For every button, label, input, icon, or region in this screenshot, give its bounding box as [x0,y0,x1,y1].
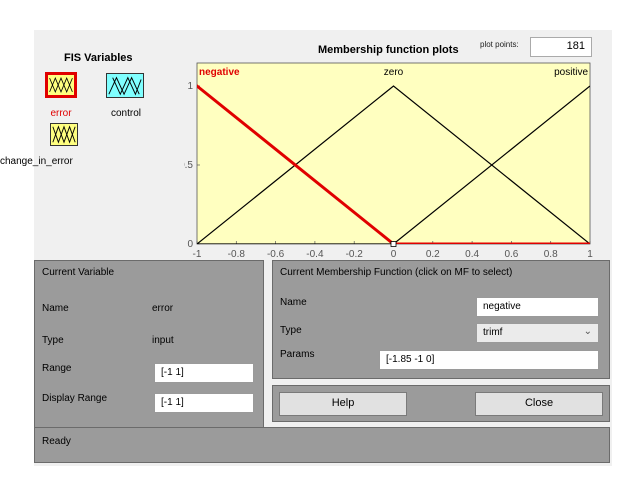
x-tick-label: -0.2 [346,249,364,258]
mf-type-label: Type [280,325,302,336]
plot-points-label: plot points: [480,40,519,49]
range-label: Range [42,363,72,374]
variable-name-label: Name [42,303,69,314]
status-text: Ready [42,436,71,447]
range-input[interactable]: [-1 1] [154,363,254,383]
variable-control-label[interactable]: control [102,108,150,119]
display-range-input[interactable]: [-1 1] [154,393,254,413]
y-tick-label: 0.5 [184,160,193,171]
plot-area [196,62,591,245]
variable-type-label: Type [42,335,64,346]
variable-name-value: error [152,303,174,314]
mf-name-label: Name [280,297,307,308]
current-variable-panel: Current Variable Name error Type input R… [34,260,264,428]
mf-name-input[interactable]: negative [476,297,599,317]
params-label: Params [280,349,315,360]
x-tick-label: -1 [193,249,202,258]
x-tick-label: -0.8 [228,249,246,258]
params-input[interactable]: [-1.85 -1 0] [379,350,599,370]
y-tick-label: 0 [187,239,193,250]
variable-type-value: input [152,335,174,346]
x-tick-label: 0.6 [504,249,518,258]
membership-function-plot[interactable]: -1-0.8-0.6-0.4-0.200.20.40.60.8100.51inp… [184,58,604,258]
current-mf-panel: Current Membership Function (click on MF… [272,260,610,379]
mf-label-positive: positive [554,67,588,78]
display-range-label: Display Range [42,393,108,404]
variable-control-icon[interactable] [106,73,144,98]
x-tick-label: 0.8 [544,249,558,258]
variable-error-icon[interactable] [45,72,77,98]
membership-function-editor: FIS Variables error control change_in_er… [0,30,612,466]
plot-points-input[interactable]: 181 [530,37,592,57]
x-tick-label: -0.4 [306,249,324,258]
x-tick-label: 0 [391,249,397,258]
x-tick-label: 0.2 [426,249,440,258]
x-tick-label: 0.4 [465,249,479,258]
mf-type-dropdown[interactable]: trimf ⌄ [476,323,599,343]
fis-variables-title: FIS Variables [64,52,133,64]
help-button[interactable]: Help [279,392,407,416]
chevron-down-icon: ⌄ [583,326,592,337]
close-button[interactable]: Close [475,392,603,416]
variable-error-label[interactable]: error [45,108,77,119]
y-tick-label: 1 [187,81,193,92]
x-tick-label: 1 [587,249,593,258]
current-mf-header: Current Membership Function (click on MF… [280,267,513,278]
x-tick-label: -0.6 [267,249,285,258]
mf-label-negative: negative [199,67,240,78]
mf-label-zero: zero [384,67,404,78]
membership-plot-title: Membership function plots [318,44,459,56]
buttons-panel: Help Close [272,385,610,422]
status-bar: Ready [34,427,610,463]
mf-type-value: trimf [483,327,503,338]
mf-vertex-marker [390,241,397,247]
variable-change-in-error-label[interactable]: change_in_error [0,156,73,167]
variable-change-in-error-icon[interactable] [50,123,78,146]
current-variable-header: Current Variable [42,267,115,278]
